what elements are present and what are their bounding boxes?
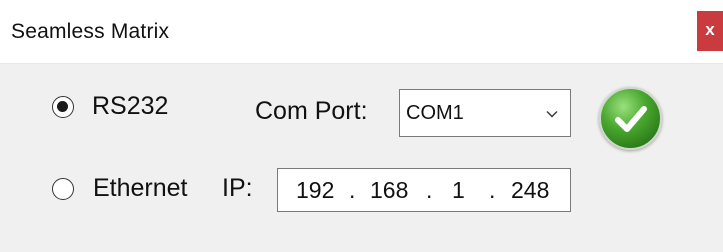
ip-octet-1[interactable]: 192 (296, 177, 334, 204)
chevron-down-icon (546, 111, 558, 118)
rs232-label[interactable]: RS232 (92, 92, 168, 121)
title-bar: Seamless Matrix x (0, 0, 723, 64)
confirm-button[interactable] (599, 87, 662, 150)
ip-octet-4[interactable]: 248 (511, 177, 549, 204)
ethernet-radio[interactable] (52, 178, 74, 200)
ip-separator: . (489, 177, 496, 203)
com-port-select[interactable]: COM1 (399, 89, 571, 137)
close-button[interactable]: x (697, 11, 723, 51)
checkmark-icon (615, 106, 647, 132)
ip-label: IP: (222, 174, 253, 202)
ip-octet-3[interactable]: 1 (452, 177, 465, 204)
app-window: Seamless Matrix x RS232 Com Port: COM1 E… (0, 0, 723, 252)
com-port-value: COM1 (406, 102, 464, 124)
rs232-radio[interactable] (52, 96, 74, 118)
ip-address-input[interactable]: 192 . 168 . 1 . 248 (277, 168, 571, 212)
ip-octet-2[interactable]: 168 (370, 177, 408, 204)
ip-separator: . (349, 177, 356, 203)
ip-separator: . (426, 177, 433, 203)
com-port-label: Com Port: (255, 97, 368, 125)
window-title: Seamless Matrix (11, 20, 170, 43)
ethernet-label[interactable]: Ethernet (93, 174, 188, 203)
